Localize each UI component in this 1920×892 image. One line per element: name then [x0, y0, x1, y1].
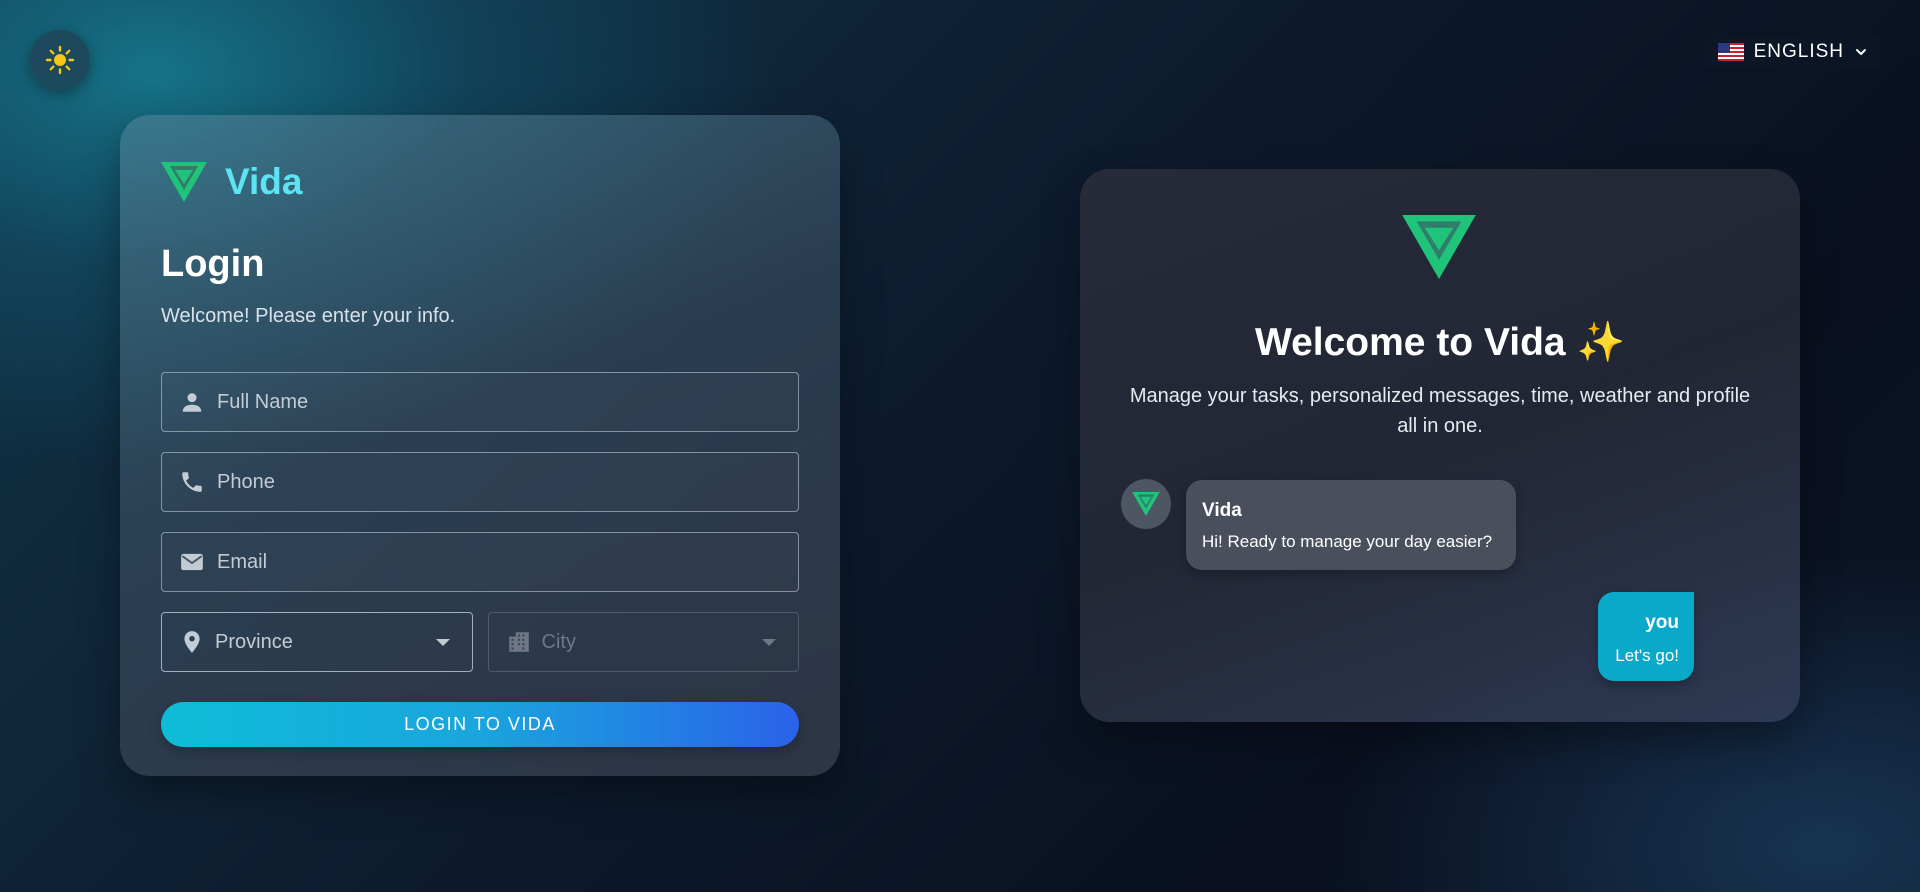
caret-down-icon: [435, 638, 450, 646]
phone-icon: [182, 472, 202, 492]
sun-icon: [45, 45, 75, 75]
vida-logo-icon: [161, 162, 207, 202]
brand-header: Vida: [161, 159, 799, 205]
message-text: Let's go!: [1615, 646, 1679, 665]
welcome-title: Welcome to Vida ✨: [1080, 319, 1800, 365]
email-input[interactable]: [215, 532, 798, 592]
location-selects: Province City: [161, 612, 799, 672]
login-subtitle: Welcome! Please enter your info.: [161, 305, 456, 327]
vida-logo-icon: [1132, 492, 1160, 516]
language-label: ENGLISH: [1753, 41, 1844, 62]
welcome-description: Manage your tasks, personalized messages…: [1129, 385, 1751, 437]
login-form: Province: [161, 372, 799, 747]
province-select[interactable]: Province: [161, 612, 473, 672]
bot-message-bubble: Vida Hi! Ready to manage your day easier…: [1186, 480, 1516, 570]
message-sender: Vida: [1202, 500, 1242, 521]
email-field[interactable]: [161, 532, 799, 592]
full-name-input[interactable]: [215, 372, 798, 432]
person-icon: [182, 393, 202, 412]
welcome-title-text: Welcome to Vida: [1254, 321, 1566, 364]
vida-logo-icon: [1402, 215, 1476, 279]
province-label: Province: [215, 630, 293, 653]
avatar: [1121, 479, 1171, 529]
message-sender: you: [1645, 612, 1679, 633]
login-card: Vida Login Welcome! Please enter your in…: [120, 115, 840, 776]
mail-icon: [181, 553, 203, 571]
sparkles-icon: ✨: [1576, 321, 1626, 364]
city-icon: [508, 632, 529, 652]
chevron-down-icon: [1856, 49, 1866, 55]
theme-toggle-button[interactable]: [30, 30, 90, 90]
message-text: Hi! Ready to manage your day easier?: [1202, 532, 1493, 551]
phone-input[interactable]: [215, 452, 798, 512]
login-button[interactable]: LOGIN TO VIDA: [161, 702, 799, 747]
city-select[interactable]: City: [487, 612, 799, 672]
location-pin-icon: [184, 631, 200, 653]
city-label: City: [541, 630, 576, 653]
login-title: Login: [161, 243, 265, 285]
full-name-field[interactable]: [161, 372, 799, 432]
user-message-bubble: you Let's go!: [1598, 592, 1694, 681]
caret-down-icon: [762, 638, 776, 646]
us-flag-icon: [1717, 43, 1744, 61]
brand-name: Vida: [225, 161, 303, 202]
language-selector[interactable]: ENGLISH: [1703, 34, 1880, 70]
welcome-card: Welcome to Vida ✨ Manage your tasks, per…: [1080, 169, 1800, 722]
phone-field[interactable]: [161, 452, 799, 512]
